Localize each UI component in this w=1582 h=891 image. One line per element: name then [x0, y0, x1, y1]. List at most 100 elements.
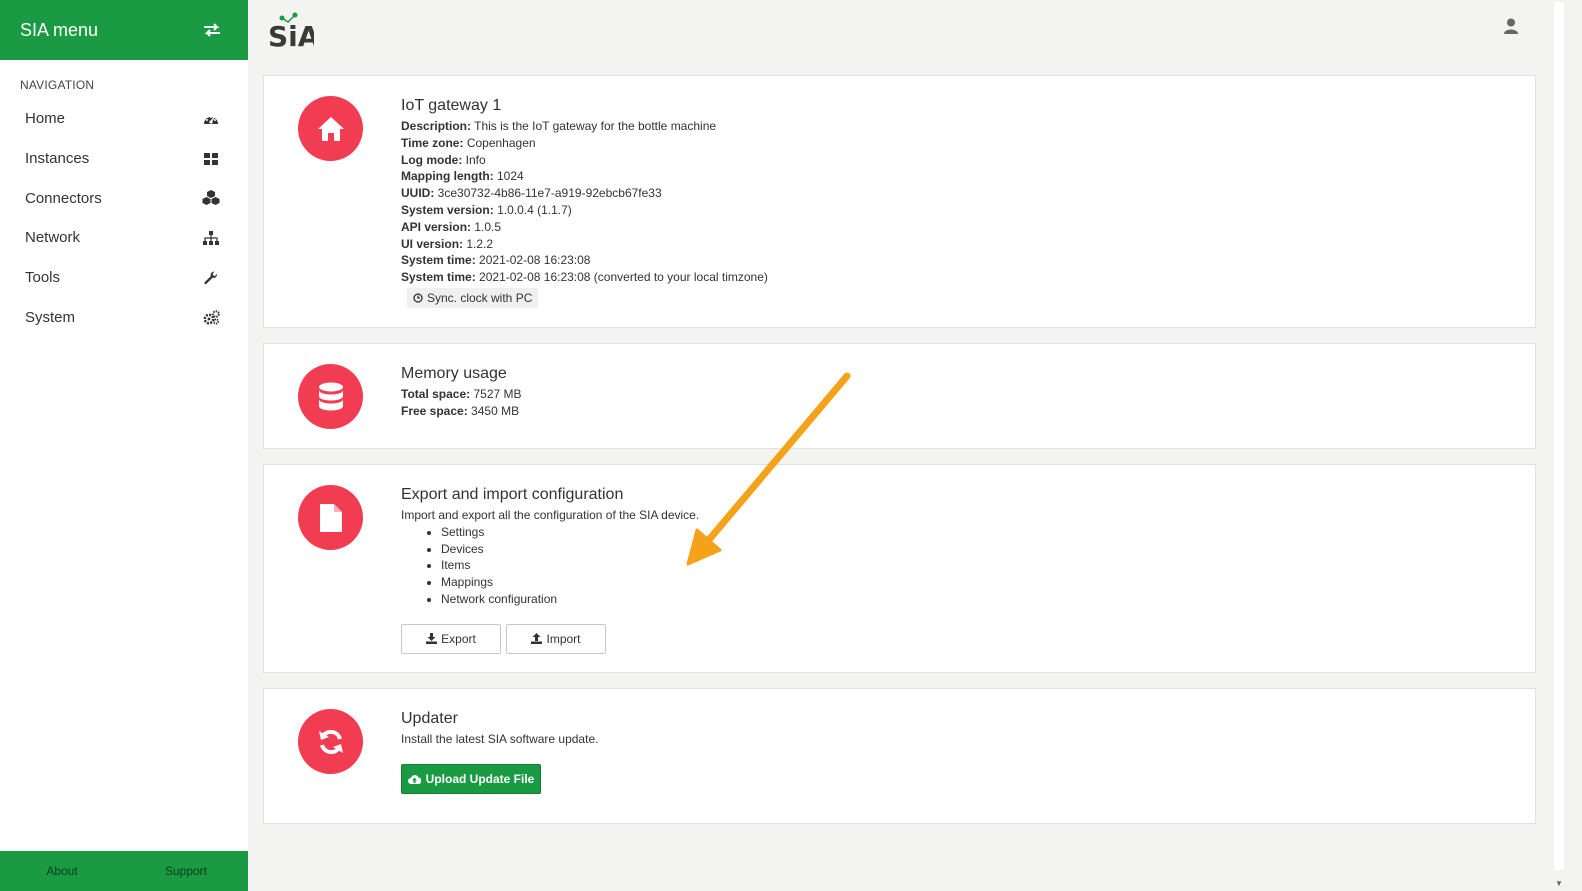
info-row: API version: 1.0.5 [401, 219, 768, 236]
updater-card: Updater Install the latest SIA software … [263, 688, 1536, 824]
sidebar-footer: About Support [0, 851, 248, 891]
scrollbar-thumb[interactable] [1554, 2, 1564, 870]
file-icon [298, 485, 363, 550]
sidebar-item-network[interactable]: Network [0, 218, 248, 258]
swap-arrows-icon[interactable] [202, 20, 222, 40]
info-label: System version: [401, 202, 494, 217]
sidebar-item-home[interactable]: Home [0, 99, 248, 139]
info-row: Description: This is the IoT gateway for… [401, 118, 768, 135]
import-label: Import [546, 631, 581, 646]
scroll-down-icon[interactable]: ▼ [1555, 879, 1563, 888]
updater-title: Updater [401, 710, 458, 727]
sidebar-item-instances[interactable]: Instances [0, 139, 248, 179]
info-value: 1.0.0.4 (1.1.7) [497, 202, 572, 217]
sidebar-item-label: Tools [25, 269, 61, 287]
info-row: System time: 2021-02-08 16:23:08 (conver… [401, 269, 768, 286]
gateway-title: IoT gateway 1 [401, 97, 502, 114]
cubes-icon [202, 189, 220, 207]
updater-info: Updater Install the latest SIA software … [401, 710, 598, 794]
info-label: UUID: [401, 186, 435, 201]
config-title: Export and import configuration [401, 486, 624, 503]
refresh-icon [298, 709, 363, 774]
info-value: 1.2.2 [466, 236, 494, 251]
config-buttons: Export Import [401, 623, 699, 654]
database-icon [298, 364, 363, 429]
info-row: Log mode: Info [401, 152, 768, 169]
home-icon [298, 96, 363, 161]
info-label: Total space: [401, 387, 471, 401]
info-label: Description: [401, 119, 472, 133]
gateway-card: IoT gateway 1 Description: This is the I… [263, 75, 1536, 328]
info-value: 2021-02-08 16:23:08 [479, 253, 591, 268]
info-value: This is the IoT gateway for the bottle m… [474, 119, 717, 133]
info-label: Free space: [401, 403, 468, 418]
info-value: 1024 [497, 169, 524, 184]
info-label: Time zone: [401, 135, 464, 150]
info-row: Free space: 3450 MB [401, 403, 522, 420]
sidebar-item-label: Network [25, 229, 81, 247]
sidebar: SIA menu NAVIGATION Home Instances Conne… [0, 0, 248, 891]
info-value: 7527 MB [473, 387, 522, 401]
config-card: Export and import configuration Import a… [263, 464, 1536, 673]
sidebar-item-label: System [25, 308, 76, 326]
sia-logo[interactable]: SiA [268, 12, 320, 53]
config-item-list: Settings Devices Items Mappings Network … [441, 524, 699, 608]
info-row: Time zone: Copenhagen [401, 135, 768, 152]
upload-update-button[interactable]: Upload Update File [401, 763, 541, 794]
info-label: Log mode: [401, 152, 463, 167]
info-value: 3450 MB [471, 403, 520, 418]
info-row: Mapping length: 1024 [401, 168, 768, 185]
sitemap-icon [202, 229, 220, 247]
list-item: Items [441, 557, 699, 574]
export-label: Export [441, 631, 476, 646]
wrench-icon [202, 269, 220, 287]
grid-icon [202, 150, 220, 168]
memory-info: Memory usage Total space: 7527 MB Free s… [401, 365, 522, 420]
info-label: System time: [401, 253, 476, 268]
info-row: Total space: 7527 MB [401, 386, 522, 403]
info-row: System version: 1.0.0.4 (1.1.7) [401, 202, 768, 219]
top-bar: SiA [248, 0, 1550, 62]
sidebar-title: SIA menu [20, 19, 99, 40]
import-button[interactable]: Import [506, 623, 606, 654]
nav-heading: NAVIGATION [20, 78, 95, 92]
info-label: System time: [401, 270, 476, 285]
updater-description: Install the latest SIA software update. [401, 732, 599, 746]
sidebar-item-label: Connectors [25, 189, 102, 207]
info-label: UI version: [401, 236, 464, 251]
info-value: Info [465, 152, 486, 167]
sidebar-header: SIA menu [0, 0, 248, 60]
dashboard-icon [202, 110, 220, 128]
support-link[interactable]: Support [124, 864, 248, 878]
list-item: Devices [441, 541, 699, 558]
info-row: System time: 2021-02-08 16:23:08 [401, 252, 768, 269]
list-item: Settings [441, 524, 699, 541]
clock-icon [413, 293, 423, 303]
list-item: Mappings [441, 574, 699, 591]
info-row: UUID: 3ce30732-4b86-11e7-a919-92ebcb67fe… [401, 185, 768, 202]
page-scrollbar[interactable]: ▼ [1550, 0, 1568, 891]
sync-clock-button[interactable]: Sync. clock with PC [407, 287, 539, 308]
config-info: Export and import configuration Import a… [401, 486, 699, 654]
logo-text: SiA [268, 20, 314, 50]
info-value: 2021-02-08 16:23:08 (converted to your l… [479, 270, 768, 285]
sidebar-item-tools[interactable]: Tools [0, 258, 248, 298]
info-value: 1.0.5 [474, 219, 502, 234]
about-link[interactable]: About [0, 864, 124, 878]
sync-clock-label: Sync. clock with PC [427, 290, 533, 305]
gateway-info: IoT gateway 1 Description: This is the I… [401, 97, 768, 308]
export-button[interactable]: Export [401, 623, 501, 654]
sidebar-item-label: Home [25, 110, 66, 128]
config-description: Import and export all the configuration … [401, 508, 700, 522]
download-icon [426, 633, 438, 645]
user-icon[interactable] [1504, 18, 1522, 38]
sidebar-item-system[interactable]: System [0, 297, 248, 337]
sidebar-item-connectors[interactable]: Connectors [0, 178, 248, 218]
memory-title: Memory usage [401, 365, 507, 382]
sidebar-item-label: Instances [25, 150, 90, 168]
cloud-upload-icon [407, 774, 421, 784]
info-label: Mapping length: [401, 169, 494, 184]
info-row: UI version: 1.2.2 [401, 236, 768, 253]
upload-icon [531, 633, 543, 645]
upload-update-label: Upload Update File [425, 771, 535, 786]
